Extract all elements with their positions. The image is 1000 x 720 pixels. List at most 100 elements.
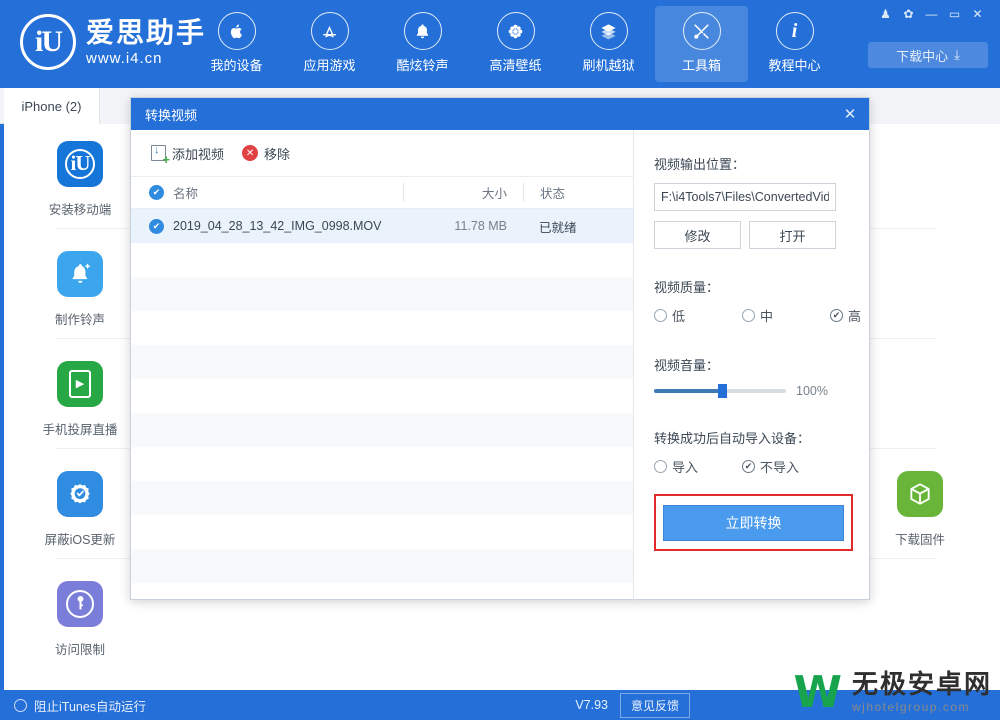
modify-path-button[interactable]: 修改 xyxy=(654,221,741,249)
nav-item-ringtones[interactable]: 酷炫铃声 xyxy=(376,6,469,82)
toolbox-content: iU 安装移动端 制作铃声 ▶ 手机投屏直播 屏蔽iOS更新 访问限制 下载固件… xyxy=(0,97,1000,690)
file-name: 2019_04_28_13_42_IMG_0998.MOV xyxy=(173,219,382,233)
quality-radio-group: 低 中 ✔ 高 xyxy=(654,306,908,325)
select-all-checkbox[interactable]: ✔ xyxy=(149,185,164,200)
appstore-icon xyxy=(310,12,349,50)
block-itunes-toggle[interactable]: 阻止iTunes自动运行 xyxy=(0,696,146,715)
bell-icon xyxy=(403,12,442,50)
add-video-button[interactable]: 添加视频 xyxy=(151,144,225,166)
options-pane: 视频输出位置： 修改 打开 视频质量： 低 中 xyxy=(634,130,928,601)
logo-name: 爱思助手 xyxy=(86,16,207,48)
tool-label: 安装移动端 xyxy=(48,202,112,217)
table-row[interactable]: ✔ 2019_04_28_13_42_IMG_0998.MOV 11.78 MB… xyxy=(131,209,633,243)
convert-now-button[interactable]: 立即转换 xyxy=(663,504,844,541)
logo-url: www.i4.cn xyxy=(86,49,163,67)
volume-track[interactable] xyxy=(654,384,786,398)
nav-label: 高清壁纸 xyxy=(489,58,542,73)
tool-label: 屏蔽iOS更新 xyxy=(44,532,116,547)
auto-import-radio-group: 导入 ✔ 不导入 xyxy=(654,457,908,476)
quality-label: 视频质量： xyxy=(654,280,720,295)
flower-icon xyxy=(496,12,535,50)
download-center-button[interactable]: 下载中心 ⤓ xyxy=(868,42,988,68)
path-buttons: 修改 打开 xyxy=(654,221,908,249)
empty-row xyxy=(131,549,633,583)
file-toolbar: 添加视频 ✕ 移除 xyxy=(131,130,633,177)
nav-item-wallpapers[interactable]: 高清壁纸 xyxy=(469,6,562,82)
settings-gear-icon[interactable]: ✿ xyxy=(898,4,919,24)
empty-row xyxy=(131,447,633,481)
skin-icon[interactable]: ♟ xyxy=(875,4,896,24)
quality-option-medium[interactable]: 中 xyxy=(742,306,820,325)
auto-import-label: 转换成功后自动导入设备： xyxy=(654,431,811,446)
row-name-cell: ✔ 2019_04_28_13_42_IMG_0998.MOV xyxy=(131,218,403,234)
empty-row xyxy=(131,413,633,447)
auto-import-option-label: 导入 xyxy=(672,460,699,475)
empty-row xyxy=(131,345,633,379)
nav-item-tutorials[interactable]: i 教程中心 xyxy=(748,6,841,82)
open-path-button[interactable]: 打开 xyxy=(749,221,836,249)
file-state: 已就绪 xyxy=(539,220,577,235)
nav-item-my-device[interactable]: 我的设备 xyxy=(190,6,283,82)
quality-option-label: 低 xyxy=(672,309,686,324)
dialog-body: 添加视频 ✕ 移除 ✔ 名称 大小 状态 xyxy=(131,130,869,601)
empty-row xyxy=(131,277,633,311)
tool-label: 访问限制 xyxy=(54,642,105,657)
radio-check-icon: ✔ xyxy=(742,460,755,473)
add-video-label: 添加视频 xyxy=(172,146,225,162)
ringtone-icon xyxy=(57,250,103,297)
volume-label: 视频音量： xyxy=(654,358,720,373)
i4-app-icon: iU xyxy=(57,140,103,187)
dialog-close-icon[interactable]: ✕ xyxy=(839,103,861,125)
tools-icon xyxy=(682,12,721,50)
close-icon[interactable]: ✕ xyxy=(967,4,988,24)
volume-knob[interactable] xyxy=(718,384,727,398)
row-checkbox[interactable]: ✔ xyxy=(149,218,164,234)
convert-highlight-box: 立即转换 xyxy=(654,494,853,551)
download-icon: ⤓ xyxy=(954,47,960,62)
watermark-url: wjhotelgroup.com xyxy=(851,699,971,714)
nav-item-apps-games[interactable]: 应用游戏 xyxy=(283,6,376,82)
auto-import-option-no[interactable]: ✔ 不导入 xyxy=(742,457,799,476)
quality-option-label: 中 xyxy=(760,309,774,324)
nav-label: 刷机越狱 xyxy=(582,58,635,73)
watermark: W 无极安卓网 wjhotelgroup.com xyxy=(793,670,992,714)
auto-import-option-yes[interactable]: 导入 xyxy=(654,457,732,476)
convert-video-dialog: 转换视频 ✕ 添加视频 ✕ 移除 xyxy=(130,97,870,601)
tool-label: 制作铃声 xyxy=(54,312,105,327)
select-all-cell[interactable]: ✔ 名称 xyxy=(131,183,403,202)
block-itunes-label: 阻止iTunes自动运行 xyxy=(34,699,147,714)
radio-check-icon: ✔ xyxy=(830,309,843,322)
nav-label: 教程中心 xyxy=(768,58,821,73)
radio-circle-icon xyxy=(14,698,27,712)
file-size: 11.78 MB xyxy=(454,219,507,233)
tab-iphone[interactable]: iPhone (2) xyxy=(4,88,100,124)
watermark-logo-icon: W xyxy=(793,666,842,718)
download-center-label: 下载中心 xyxy=(896,48,949,64)
volume-fill xyxy=(654,389,722,393)
app-window: iU 爱思助手 www.i4.cn 我的设备 应用游戏 酷炫铃声 高清壁纸 刷机… xyxy=(0,0,1000,720)
empty-row xyxy=(131,243,633,277)
add-file-icon xyxy=(151,144,170,166)
quality-option-low[interactable]: 低 xyxy=(654,306,732,325)
empty-row xyxy=(131,311,633,345)
quality-option-label: 高 xyxy=(848,309,862,324)
volume-slider[interactable]: 100% xyxy=(654,384,908,398)
auto-import-option-label: 不导入 xyxy=(760,460,800,475)
nav-label: 工具箱 xyxy=(681,58,721,73)
empty-row xyxy=(131,481,633,515)
minimize-icon[interactable]: — xyxy=(921,4,942,24)
remove-button[interactable]: ✕ 移除 xyxy=(242,144,290,163)
volume-value: 100% xyxy=(796,384,828,398)
output-path-input[interactable] xyxy=(654,183,836,211)
maximize-icon[interactable]: ▭ xyxy=(944,4,965,24)
output-path-label: 视频输出位置： xyxy=(654,157,746,172)
radio-circle-icon xyxy=(742,309,755,322)
nav-item-toolbox[interactable]: 工具箱 xyxy=(655,6,748,82)
quality-option-high[interactable]: ✔ 高 xyxy=(830,306,908,325)
radio-circle-icon xyxy=(654,460,667,473)
nav-item-flash-jailbreak[interactable]: 刷机越狱 xyxy=(562,6,655,82)
remove-label: 移除 xyxy=(264,146,291,162)
restrictions-icon xyxy=(57,580,103,627)
file-list-pane: 添加视频 ✕ 移除 ✔ 名称 大小 状态 xyxy=(131,130,634,601)
feedback-button[interactable]: 意见反馈 xyxy=(619,692,690,718)
